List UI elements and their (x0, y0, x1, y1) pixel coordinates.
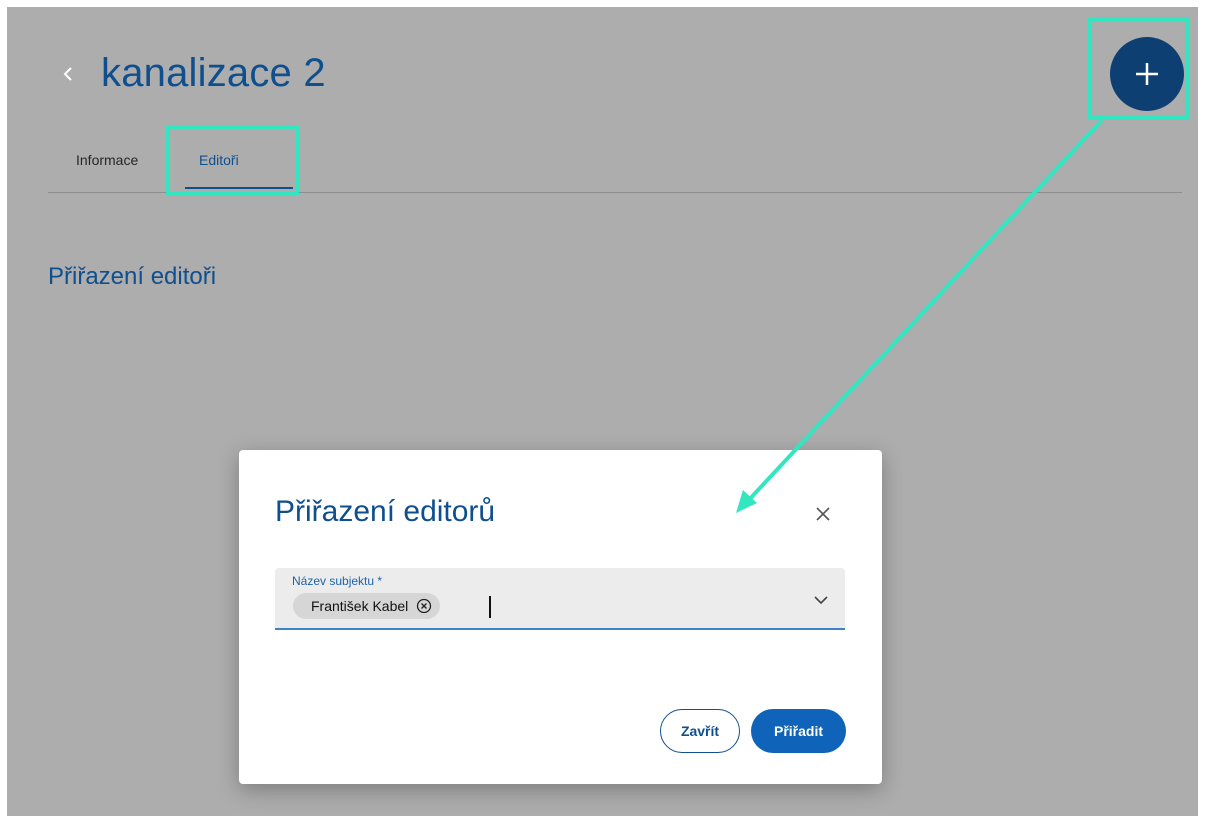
close-icon (816, 507, 830, 521)
chevron-left-icon (63, 67, 72, 81)
page-title: kanalizace 2 (101, 51, 326, 95)
subject-name-field[interactable]: Název subjektu * František Kabel (275, 568, 845, 630)
dialog-title: Přiřazení editorů (275, 495, 496, 528)
cancel-circle-icon[interactable] (416, 598, 432, 614)
section-title: Přiřazení editoři (48, 263, 217, 290)
dialog-close-button[interactable] (813, 504, 833, 524)
assign-editors-dialog: Přiřazení editorů Název subjektu * Frant… (239, 450, 882, 784)
subject-name-label: Název subjektu * (292, 574, 383, 588)
close-button[interactable]: Zavřít (660, 709, 740, 753)
back-button[interactable] (59, 61, 77, 87)
selected-chip[interactable]: František Kabel (293, 593, 441, 619)
assign-button[interactable]: Přiřadit (751, 709, 846, 753)
chip-label: František Kabel (311, 598, 409, 614)
chevron-down-icon (814, 596, 828, 605)
dropdown-toggle[interactable] (811, 590, 831, 610)
tab-informace[interactable]: Informace (76, 152, 138, 168)
text-caret (489, 596, 491, 618)
annotation-box-tab (166, 125, 299, 196)
annotation-box-add (1088, 17, 1189, 120)
